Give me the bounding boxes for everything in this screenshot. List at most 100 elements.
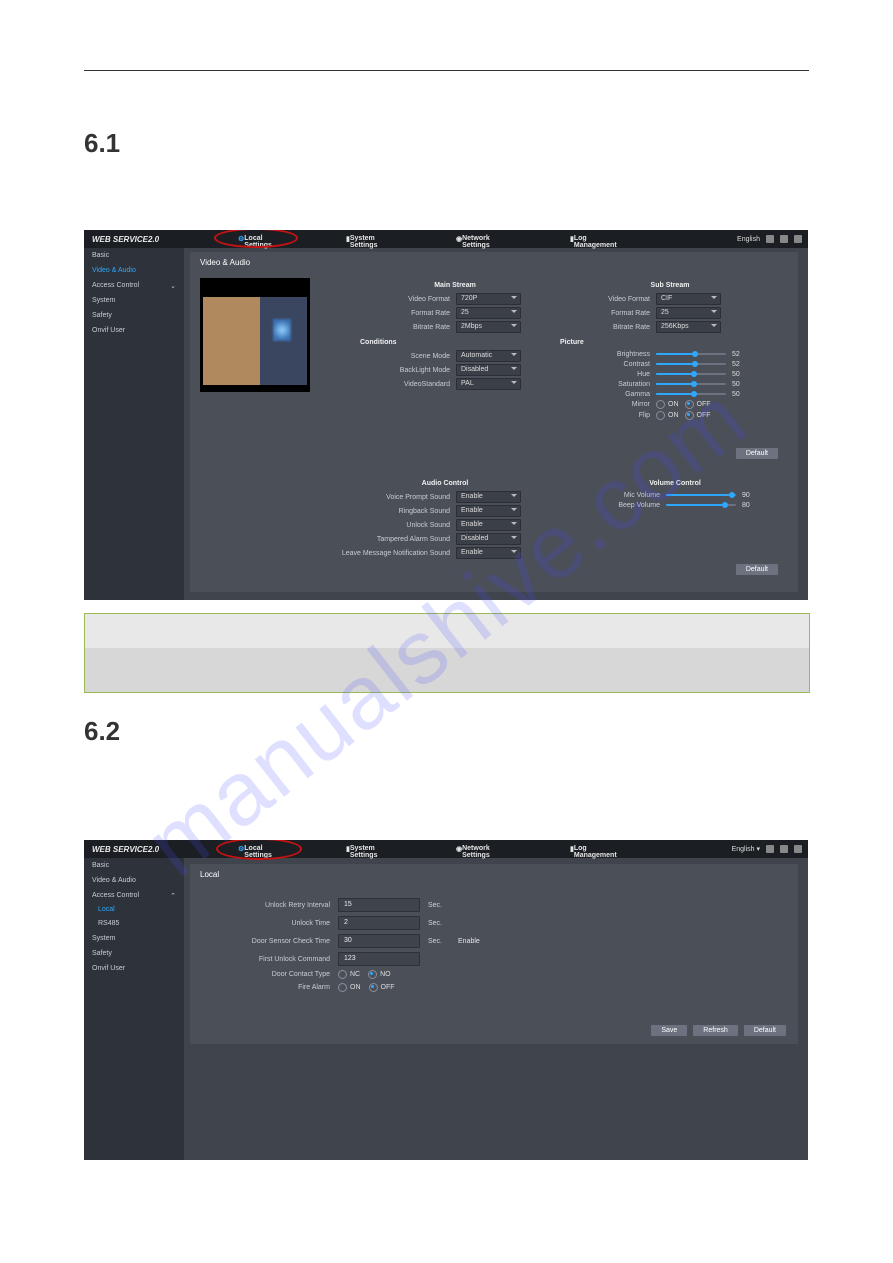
- mic-volume-slider[interactable]: [666, 491, 736, 499]
- sidebar-item-basic[interactable]: Basic: [84, 858, 184, 873]
- user-icon[interactable]: [766, 845, 774, 853]
- app-header: WEB SERVICE2.0 ⚙ Local Settings ▮System …: [84, 230, 808, 248]
- nav-local-settings[interactable]: ⚙ Local Settings: [238, 235, 244, 243]
- logout-icon[interactable]: [794, 845, 802, 853]
- unlock-retry-input[interactable]: 15: [338, 898, 420, 912]
- nav-system-settings[interactable]: ▮System Settings: [346, 845, 350, 853]
- nav-system-settings[interactable]: ▮System Settings: [346, 235, 350, 243]
- door-contact-nc-radio[interactable]: NC: [338, 970, 360, 979]
- sub-stream-title: Sub Stream: [560, 282, 780, 289]
- language-selector[interactable]: English ▾: [732, 845, 760, 853]
- sidebar-item-video-audio[interactable]: Video & Audio: [84, 873, 184, 888]
- label: Flip: [560, 412, 650, 419]
- sidebar-item-access-control[interactable]: Access Control⌄: [84, 278, 184, 293]
- sidebar: Basic Video & Audio Access Control⌄ Syst…: [84, 248, 184, 600]
- sidebar-item-access-control[interactable]: Access Control⌃: [84, 888, 184, 903]
- default-button-1[interactable]: Default: [736, 448, 778, 459]
- main-format-rate-select[interactable]: 25: [456, 307, 521, 319]
- label: Fire Alarm: [210, 984, 330, 991]
- first-unlock-input[interactable]: 123: [338, 952, 420, 966]
- door-sensor-enable[interactable]: Enable: [458, 938, 480, 945]
- preview-light: [273, 319, 291, 341]
- label: Beep Volume: [570, 502, 660, 509]
- settings-panel: Video & Audio Main Stream Video Format72…: [190, 252, 798, 592]
- nav-local-settings[interactable]: ⚙ Local Settings: [238, 845, 244, 853]
- sidebar-item-system[interactable]: System: [84, 293, 184, 308]
- scene-mode-select[interactable]: Automatic: [456, 350, 521, 362]
- sidebar-item-onvif[interactable]: Onvif User: [84, 961, 184, 976]
- label: Door Contact Type: [210, 971, 330, 978]
- video-standard-select[interactable]: PAL: [456, 378, 521, 390]
- door-contact-no-radio[interactable]: NO: [368, 970, 391, 979]
- hue-value: 50: [732, 371, 746, 378]
- saturation-value: 50: [732, 381, 746, 388]
- label: VideoStandard: [360, 381, 450, 388]
- unlock-sound-select[interactable]: Enable: [456, 519, 521, 531]
- save-button[interactable]: Save: [651, 1025, 687, 1036]
- label: Leave Message Notification Sound: [330, 550, 450, 557]
- logout-icon[interactable]: [794, 235, 802, 243]
- home-icon[interactable]: [780, 235, 788, 243]
- main-video-format-select[interactable]: 720P: [456, 293, 521, 305]
- user-icon[interactable]: [766, 235, 774, 243]
- label: BackLight Mode: [360, 367, 450, 374]
- sidebar-item-onvif[interactable]: Onvif User: [84, 323, 184, 338]
- sub-format-rate-select[interactable]: 25: [656, 307, 721, 319]
- sidebar-subitem-local[interactable]: Local: [84, 903, 184, 916]
- sub-bitrate-select[interactable]: 256Kbps: [656, 321, 721, 333]
- door-sensor-input[interactable]: 30: [338, 934, 420, 948]
- unit: Sec.: [428, 902, 442, 909]
- sidebar-item-safety[interactable]: Safety: [84, 946, 184, 961]
- tampered-alarm-select[interactable]: Disabled: [456, 533, 521, 545]
- sidebar-item-safety[interactable]: Safety: [84, 308, 184, 323]
- nav-log-management[interactable]: ▮Log Management: [570, 235, 574, 243]
- sidebar-item-basic[interactable]: Basic: [84, 248, 184, 263]
- volume-control-title: Volume Control: [570, 480, 780, 487]
- fire-alarm-on-radio[interactable]: ON: [338, 983, 361, 992]
- main-bitrate-select[interactable]: 2Mbps: [456, 321, 521, 333]
- sidebar-item-system[interactable]: System: [84, 931, 184, 946]
- fire-alarm-off-radio[interactable]: OFF: [369, 983, 395, 992]
- chevron-down-icon: [511, 550, 517, 553]
- chevron-down-icon: [511, 296, 517, 299]
- chevron-up-icon: ⌃: [170, 892, 176, 900]
- nav-log-management[interactable]: ▮Log Management: [570, 845, 574, 853]
- chevron-down-icon: [711, 310, 717, 313]
- label: Brightness: [560, 351, 650, 358]
- brightness-value: 52: [732, 351, 746, 358]
- voice-prompt-select[interactable]: Enable: [456, 491, 521, 503]
- backlight-mode-select[interactable]: Disabled: [456, 364, 521, 376]
- gamma-slider[interactable]: [656, 390, 726, 398]
- home-icon[interactable]: [780, 845, 788, 853]
- saturation-slider[interactable]: [656, 380, 726, 388]
- sub-video-format-select[interactable]: CIF: [656, 293, 721, 305]
- brightness-slider[interactable]: [656, 350, 726, 358]
- leave-msg-select[interactable]: Enable: [456, 547, 521, 559]
- sub-stream-group: Sub Stream Video FormatCIF Format Rate25…: [560, 278, 780, 422]
- label: Hue: [560, 371, 650, 378]
- mirror-off-radio[interactable]: OFF: [685, 400, 711, 409]
- language-selector[interactable]: English: [737, 236, 760, 243]
- main-stream-group: Main Stream Video Format720P Format Rate…: [360, 278, 550, 392]
- contrast-slider[interactable]: [656, 360, 726, 368]
- sidebar-item-video-audio[interactable]: Video & Audio: [84, 263, 184, 278]
- chevron-down-icon: [511, 536, 517, 539]
- unlock-time-input[interactable]: 2: [338, 916, 420, 930]
- conditions-title: Conditions: [360, 339, 550, 346]
- flip-off-radio[interactable]: OFF: [685, 411, 711, 420]
- ringback-select[interactable]: Enable: [456, 505, 521, 517]
- mirror-on-radio[interactable]: ON: [656, 400, 679, 409]
- nav-network-settings[interactable]: ◉Network Settings: [456, 235, 462, 243]
- sidebar-subitem-rs485[interactable]: RS485: [84, 916, 184, 931]
- default-button-2[interactable]: Default: [736, 564, 778, 575]
- beep-volume-slider[interactable]: [666, 501, 736, 509]
- hue-slider[interactable]: [656, 370, 726, 378]
- label: Bitrate Rate: [560, 324, 650, 331]
- preview-scene: [203, 297, 307, 385]
- chevron-down-icon: ⌄: [170, 282, 176, 290]
- default-button[interactable]: Default: [744, 1025, 786, 1036]
- nav-network-settings[interactable]: ◉Network Settings: [456, 845, 462, 853]
- flip-on-radio[interactable]: ON: [656, 411, 679, 420]
- note-row-1: [85, 614, 809, 648]
- refresh-button[interactable]: Refresh: [693, 1025, 738, 1036]
